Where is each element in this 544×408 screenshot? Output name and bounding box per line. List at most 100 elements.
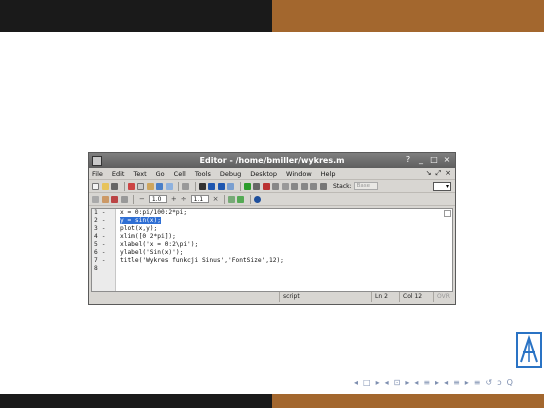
nav-subsection-icon[interactable]: ⊡ (394, 378, 401, 387)
save-icon[interactable] (111, 182, 118, 190)
code-line[interactable]: title('Wykres funkcji Sinus','FontSize',… (120, 257, 284, 265)
selected-text[interactable]: y = sin(x); (120, 217, 161, 224)
window-titlebar[interactable]: Editor - /home/bmiller/wykres.m ? _ □ × (89, 153, 455, 168)
line-marker[interactable]: - (102, 225, 106, 232)
nav-prev-subsection-icon[interactable]: ◂ (385, 378, 389, 387)
redo-icon[interactable] (165, 182, 173, 190)
minimize-button[interactable]: _ (416, 155, 426, 165)
menu-cell[interactable]: Cell (174, 170, 186, 178)
line-number: 4 (94, 233, 98, 240)
function-browser-icon[interactable] (227, 182, 234, 190)
step-icon[interactable] (281, 182, 289, 190)
back-icon[interactable] (208, 182, 215, 190)
nav-prev-doc-icon[interactable]: ◂ (444, 378, 448, 387)
menu-window[interactable]: Window (286, 170, 312, 178)
logo-mark-icon (520, 334, 538, 363)
scale-value-field[interactable]: 1.1 (190, 195, 209, 203)
exit-debug-icon[interactable] (319, 182, 327, 190)
cut-icon[interactable] (127, 182, 135, 190)
code-line[interactable]: ylabel('Sin(x)'); (120, 249, 284, 257)
code-line[interactable] (120, 265, 284, 273)
status-message (91, 292, 279, 302)
line-marker[interactable]: - (102, 241, 106, 248)
cell-mode-icon[interactable] (92, 195, 99, 203)
menu-debug[interactable]: Debug (220, 170, 241, 178)
code-line[interactable]: plot(x,y); (120, 225, 284, 233)
step-in-icon[interactable] (291, 182, 298, 190)
toolbar-separator (178, 181, 179, 191)
multiply-button[interactable]: × (213, 195, 219, 203)
eval-advance-icon[interactable] (111, 195, 118, 203)
code-line[interactable]: x = 0:pi/100:2*pi; (120, 209, 284, 217)
menu-edit[interactable]: Edit (112, 170, 125, 178)
code-lines[interactable]: x = 0:pi/100:2*pi; y = sin(x); plot(x,y)… (120, 209, 284, 273)
run-dropdown-icon[interactable] (253, 182, 260, 190)
undock-icon[interactable]: ↘ (426, 169, 432, 178)
menu-help[interactable]: Help (321, 170, 336, 178)
code-editor[interactable]: 1- 2- 3- 4- 5- 6- 7- 8 x = 0:pi/100:2*pi… (91, 208, 453, 292)
nav-frame-icon[interactable]: □ (363, 378, 371, 387)
nav-prev-frame-icon[interactable]: ◂ (354, 378, 358, 387)
toolbar-separator (194, 181, 196, 191)
paste-icon[interactable] (146, 182, 154, 190)
maximize-button[interactable]: □ (429, 155, 439, 165)
nav-doc-icon[interactable]: ≡ (453, 378, 460, 387)
forward-icon[interactable] (217, 182, 225, 190)
line-number: 6 (94, 249, 98, 256)
print-icon[interactable] (182, 182, 189, 190)
nav-next-subsection-icon[interactable]: ▸ (405, 378, 409, 387)
step-out-icon[interactable] (300, 182, 308, 190)
nav-section-icon[interactable]: ≡ (423, 378, 430, 387)
undo-icon[interactable] (156, 182, 163, 190)
breakpoint-icon[interactable] (262, 182, 270, 190)
university-logo (516, 332, 542, 368)
line-marker[interactable]: - (102, 257, 106, 264)
code-line[interactable]: xlim([0 2*pi]); (120, 233, 284, 241)
nav-next-frame-icon[interactable]: ▸ (376, 378, 380, 387)
stack-select[interactable]: Base (353, 182, 378, 190)
line-marker[interactable]: - (102, 249, 106, 256)
line-marker[interactable]: - (102, 209, 106, 216)
menu-tools[interactable]: Tools (195, 170, 211, 178)
increment-button[interactable]: + (171, 195, 177, 203)
continue-icon[interactable] (310, 182, 317, 190)
help-icon[interactable] (253, 195, 261, 203)
divide-button[interactable]: ÷ (181, 195, 187, 203)
increment-value-field[interactable]: 1.0 (148, 195, 167, 203)
nav-toc-icon[interactable]: ≡ (474, 378, 481, 387)
eval-file-icon[interactable] (120, 195, 128, 203)
nav-next-section-icon[interactable]: ▸ (435, 378, 439, 387)
maximize-doc-icon[interactable]: ⤢ (436, 169, 442, 178)
help-window-button[interactable]: ? (403, 155, 413, 165)
close-doc-icon[interactable]: × (445, 169, 451, 178)
menu-desktop[interactable]: Desktop (250, 170, 277, 178)
eval-cell-icon[interactable] (101, 195, 109, 203)
copy-icon[interactable] (137, 182, 144, 190)
vertical-scrollbar[interactable] (444, 210, 451, 217)
clear-breakpoints-icon[interactable] (272, 182, 279, 190)
menu-go[interactable]: Go (156, 170, 165, 178)
line-marker[interactable]: - (102, 233, 106, 240)
menu-file[interactable]: File (92, 170, 103, 178)
decrement-button[interactable]: − (139, 195, 145, 203)
open-file-icon[interactable] (101, 182, 109, 190)
find-icon[interactable] (198, 182, 206, 190)
line-marker[interactable]: - (102, 217, 106, 224)
nav-next-doc-icon[interactable]: ▸ (465, 378, 469, 387)
nav-forward-icon[interactable]: ↄ (497, 378, 501, 387)
close-button[interactable]: × (442, 155, 452, 165)
new-file-icon[interactable] (92, 182, 99, 190)
publish-icon[interactable] (237, 195, 244, 203)
code-line-selected[interactable]: y = sin(x); (120, 217, 284, 225)
line-number: 1 (94, 209, 98, 216)
editor-window: Editor - /home/bmiller/wykres.m ? _ □ × … (88, 152, 456, 305)
menu-text[interactable]: Text (133, 170, 146, 178)
ln-value: 2 (384, 293, 388, 300)
nav-prev-section-icon[interactable]: ◂ (414, 378, 418, 387)
run-icon[interactable] (243, 182, 251, 190)
show-cell-titles-icon[interactable] (227, 195, 235, 203)
nav-back-icon[interactable]: ↺ (486, 378, 493, 387)
code-line[interactable]: xlabel('x = 0:2\pi'); (120, 241, 284, 249)
nav-search-icon[interactable]: Q (507, 378, 513, 387)
layout-select[interactable]: ▾ (433, 182, 451, 191)
